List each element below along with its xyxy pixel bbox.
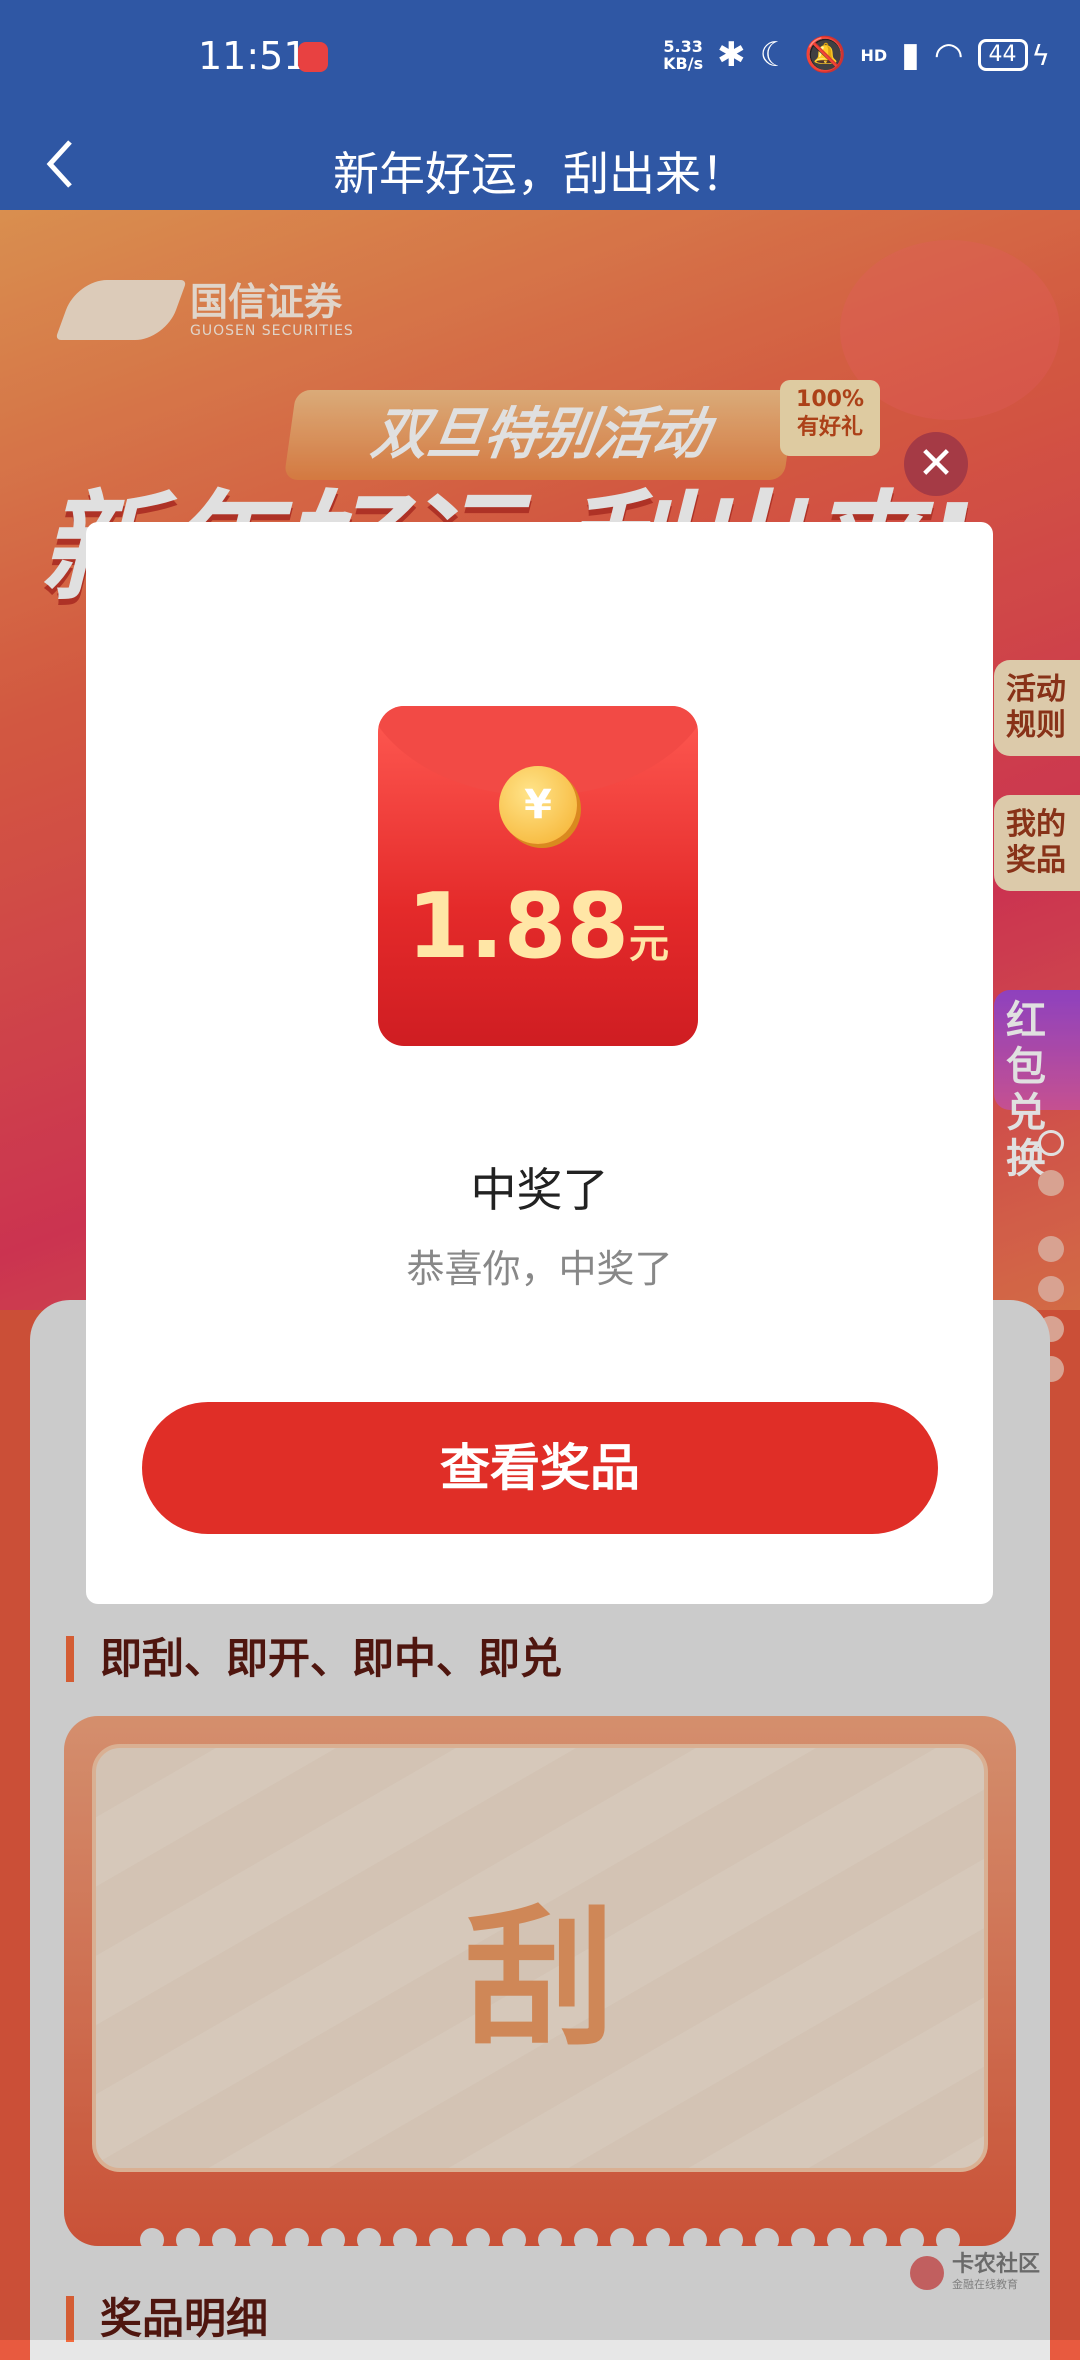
battery-indicator: 44 ϟ bbox=[977, 38, 1050, 72]
prize-subtitle: 恭喜你，中奖了 bbox=[406, 1247, 673, 1291]
prize-modal: ¥ 1.88元 中奖了 恭喜你，中奖了 查看奖品 bbox=[86, 522, 993, 1604]
bluetooth-icon: ✱ bbox=[717, 35, 746, 75]
moon-icon: ☾ bbox=[759, 35, 791, 75]
prize-title: 中奖了 bbox=[470, 1163, 609, 1217]
mute-icon: 🔕 bbox=[804, 35, 847, 75]
page-title: 新年好运，刮出来！ bbox=[333, 147, 747, 201]
status-time: 11:51 bbox=[198, 34, 308, 78]
app-notification-icon bbox=[298, 42, 328, 72]
prize-amount-value: 1.88 bbox=[406, 874, 630, 979]
prize-amount: 1.88元 bbox=[378, 874, 698, 979]
network-speed: 5.33 KB/s bbox=[663, 38, 703, 72]
wifi-icon: ◠ bbox=[933, 35, 964, 75]
battery-level: 44 bbox=[977, 39, 1028, 71]
view-prize-button[interactable]: 查看奖品 bbox=[142, 1402, 938, 1534]
close-icon: ✕ bbox=[917, 438, 955, 489]
signal-icon: ▮ bbox=[901, 35, 920, 75]
close-button[interactable]: ✕ bbox=[904, 432, 968, 496]
prize-amount-unit: 元 bbox=[629, 921, 670, 967]
hd-label: HD bbox=[860, 45, 888, 65]
network-speed-value: 5.33 bbox=[663, 37, 703, 56]
red-envelope-image: ¥ 1.88元 bbox=[378, 706, 698, 1046]
charging-icon: ϟ bbox=[1031, 38, 1050, 72]
status-icons: 5.33 KB/s ✱ ☾ 🔕 HD ▮ ◠ 44 ϟ bbox=[663, 30, 1050, 80]
title-bar: 新年好运，刮出来！ bbox=[0, 118, 1080, 210]
network-speed-unit: KB/s bbox=[663, 54, 704, 73]
yuan-coin-icon: ¥ bbox=[499, 766, 577, 844]
status-bar: 11:51 5.33 KB/s ✱ ☾ 🔕 HD ▮ ◠ 44 ϟ bbox=[0, 0, 1080, 118]
